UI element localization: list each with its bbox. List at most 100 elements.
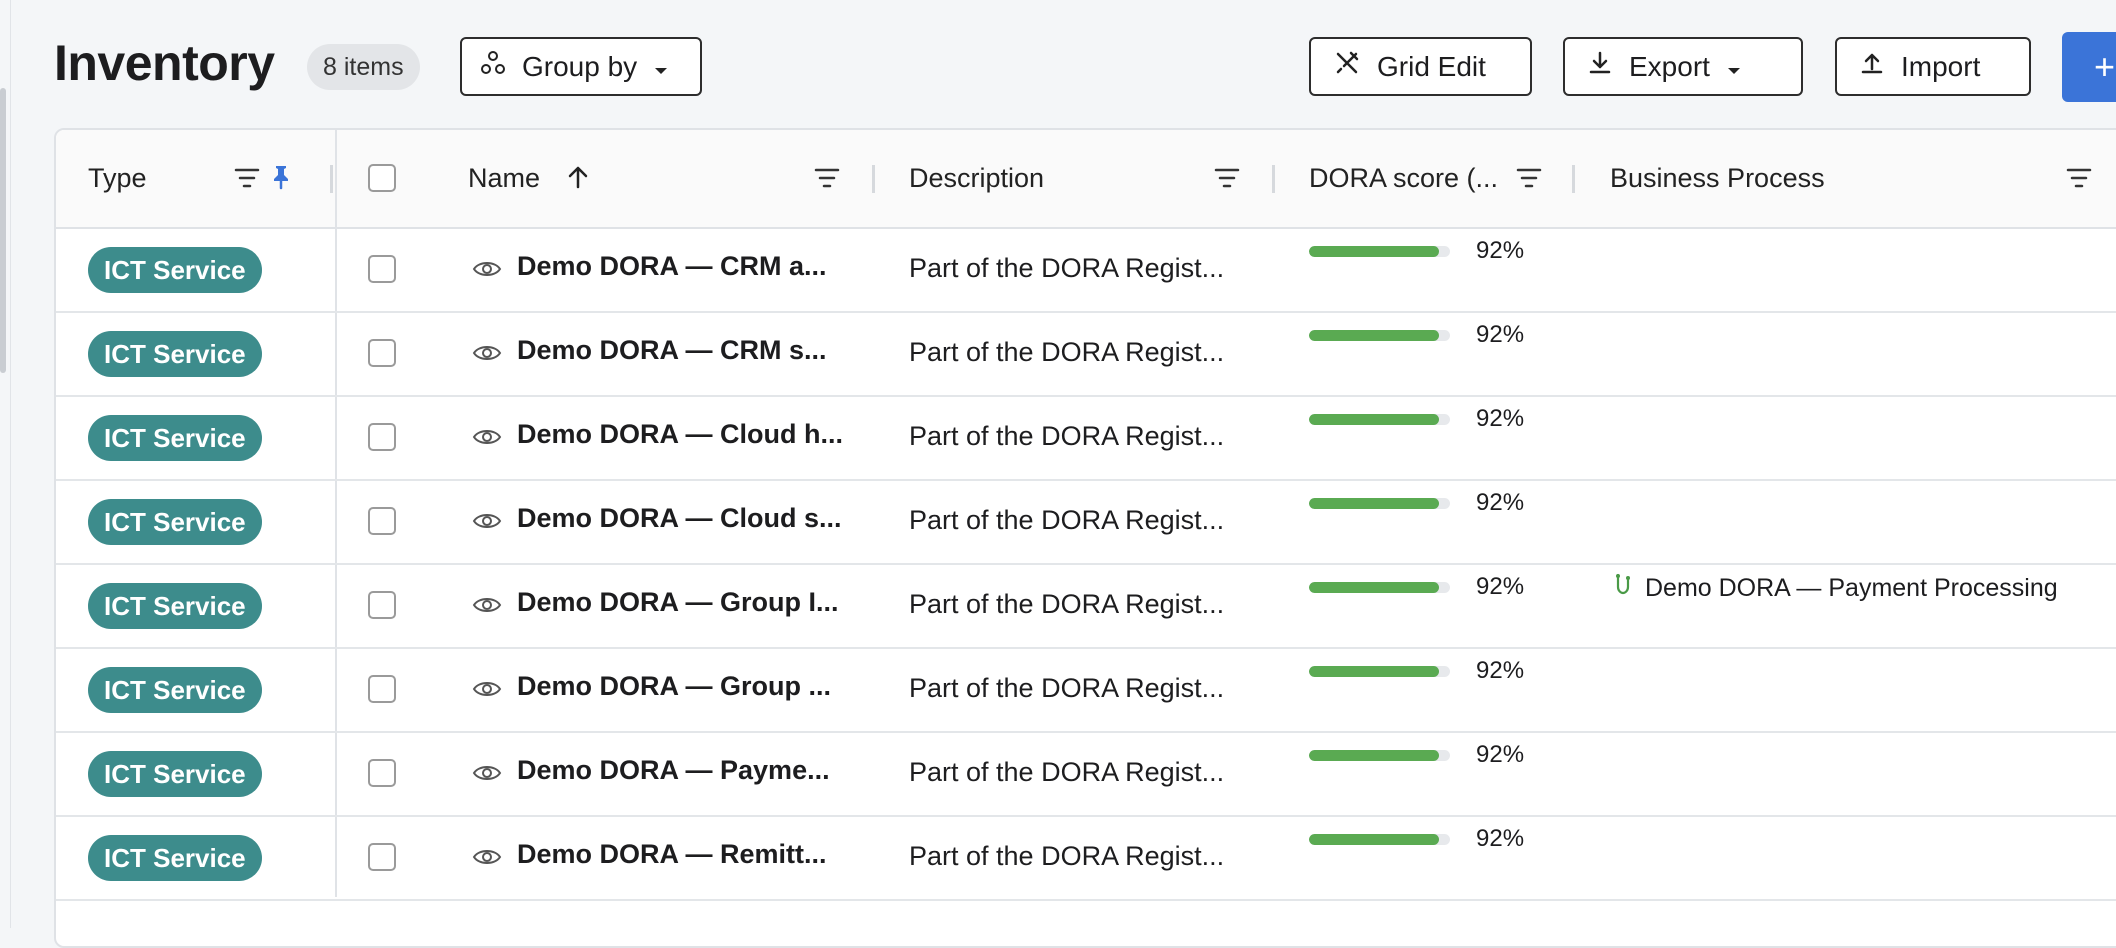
group-by-label: Group by <box>522 50 638 82</box>
row-select-checkbox[interactable] <box>368 423 396 451</box>
group-by-button[interactable]: Group by <box>460 37 702 96</box>
import-button[interactable]: Import <box>1835 37 2031 96</box>
row-description: Part of the DORA Regist... <box>909 421 1225 451</box>
filter-icon[interactable] <box>234 167 260 194</box>
row-select-checkbox[interactable] <box>368 255 396 283</box>
row-name[interactable]: Demo DORA — Remitt... <box>517 839 827 870</box>
type-badge: ICT Service <box>88 667 262 713</box>
pin-icon[interactable] <box>272 164 290 195</box>
row-name[interactable]: Demo DORA — CRM s... <box>517 335 827 366</box>
column-header-description[interactable]: Description <box>909 130 1044 227</box>
dora-score-value: 92% <box>1476 237 1525 264</box>
column-label-name: Name <box>468 163 541 193</box>
dora-score-bar-fill <box>1309 666 1439 677</box>
row-name[interactable]: Demo DORA — Group ... <box>517 671 831 702</box>
row-select-checkbox[interactable] <box>368 507 396 535</box>
column-header-business-process[interactable]: Business Process <box>1610 130 1825 227</box>
dora-score-bar <box>1309 498 1450 509</box>
column-label-type: Type <box>88 163 147 193</box>
row-select-checkbox[interactable] <box>368 591 396 619</box>
item-count-badge: 8 items <box>307 44 420 90</box>
table-header: Type Name Description DORA score (... Bu… <box>56 130 2116 229</box>
table-row[interactable]: ICT Service Demo DORA — Cloud s... Part of… <box>56 481 2116 565</box>
type-badge: ICT Service <box>88 331 262 377</box>
dora-score-bar <box>1309 666 1450 677</box>
page-title: Inventory <box>54 35 275 91</box>
table-row[interactable]: ICT Service Demo DORA — CRM s... Part of t… <box>56 313 2116 397</box>
table-row[interactable]: ICT Service Demo DORA — Remitt... Part of … <box>56 817 2116 901</box>
column-resize-handle[interactable] <box>872 165 875 193</box>
table-row[interactable]: ICT Service Demo DORA — Payme... Part of t… <box>56 733 2116 817</box>
dora-score-value: 92% <box>1476 321 1525 348</box>
filter-icon[interactable] <box>814 167 840 194</box>
dora-score-value: 92% <box>1476 489 1525 516</box>
row-name[interactable]: Demo DORA — CRM a... <box>517 251 827 282</box>
eye-icon[interactable] <box>472 426 502 453</box>
column-label-dora-score: DORA score (... <box>1309 163 1499 193</box>
select-all-checkbox[interactable] <box>368 164 396 192</box>
page-scrollbar[interactable] <box>0 88 6 373</box>
dora-score-bar-fill <box>1309 582 1439 593</box>
eye-icon[interactable] <box>472 258 502 285</box>
eye-icon[interactable] <box>472 846 502 873</box>
dora-score-bar <box>1309 414 1450 425</box>
type-badge: ICT Service <box>88 499 262 545</box>
column-header-name[interactable]: Name <box>468 130 540 227</box>
row-select-checkbox[interactable] <box>368 339 396 367</box>
column-resize-handle[interactable] <box>330 165 333 193</box>
download-icon <box>1587 50 1613 83</box>
eye-icon[interactable] <box>472 342 502 369</box>
row-select-checkbox[interactable] <box>368 759 396 787</box>
dora-score-bar-fill <box>1309 330 1439 341</box>
column-label-business-process: Business Process <box>1610 163 1825 193</box>
filter-icon[interactable] <box>1214 167 1240 194</box>
row-description: Part of the DORA Regist... <box>909 589 1225 619</box>
row-name[interactable]: Demo DORA — Cloud h... <box>517 419 843 450</box>
dora-score-bar-fill <box>1309 834 1439 845</box>
type-badge: ICT Service <box>88 583 262 629</box>
eye-icon[interactable] <box>472 762 502 789</box>
filter-icon[interactable] <box>2066 167 2092 194</box>
row-description: Part of the DORA Regist... <box>909 841 1225 871</box>
row-select-checkbox[interactable] <box>368 843 396 871</box>
table-row[interactable]: ICT Service Demo DORA — CRM a... Part of t… <box>56 229 2116 313</box>
dora-score-value: 92% <box>1476 405 1525 432</box>
inventory-table: Type Name Description DORA score (... Bu… <box>54 128 2116 948</box>
filter-icon[interactable] <box>1516 167 1542 194</box>
row-select-checkbox[interactable] <box>368 675 396 703</box>
row-description: Part of the DORA Regist... <box>909 505 1225 535</box>
business-process-label: Demo DORA — Payment Processing <box>1645 574 2058 602</box>
import-label: Import <box>1901 50 1981 82</box>
column-resize-handle[interactable] <box>1272 165 1275 193</box>
dora-score-bar <box>1309 330 1450 341</box>
business-process-link[interactable]: Demo DORA — Payment Processing <box>1613 573 2058 604</box>
column-resize-handle[interactable] <box>1572 165 1575 193</box>
upload-icon <box>1859 50 1885 83</box>
column-header-dora-score[interactable]: DORA score (... <box>1309 130 1498 227</box>
type-badge: ICT Service <box>88 751 262 797</box>
eye-icon[interactable] <box>472 510 502 537</box>
table-row[interactable]: ICT Service Demo DORA — Group I... Part of… <box>56 565 2116 649</box>
row-name[interactable]: Demo DORA — Payme... <box>517 755 830 786</box>
add-item-button[interactable]: + <box>2062 32 2116 102</box>
dora-score-value: 92% <box>1476 741 1525 768</box>
chevron-down-icon <box>653 51 669 83</box>
arrow-up-icon[interactable] <box>566 164 590 195</box>
eye-icon[interactable] <box>472 594 502 621</box>
column-header-type[interactable]: Type <box>88 130 147 227</box>
process-icon <box>1613 573 1633 604</box>
row-description: Part of the DORA Regist... <box>909 757 1225 787</box>
sidebar-edge <box>10 0 11 928</box>
grid-edit-button[interactable]: Grid Edit <box>1309 37 1532 96</box>
table-row[interactable]: ICT Service Demo DORA — Cloud h... Part of… <box>56 397 2116 481</box>
row-name[interactable]: Demo DORA — Cloud s... <box>517 503 842 534</box>
dora-score-bar-fill <box>1309 246 1439 257</box>
dora-score-bar-fill <box>1309 498 1439 509</box>
chevron-down-icon <box>1726 51 1742 83</box>
dora-score-bar <box>1309 834 1450 845</box>
export-button[interactable]: Export <box>1563 37 1803 96</box>
table-row[interactable]: ICT Service Demo DORA — Group ... Part of … <box>56 649 2116 733</box>
eye-icon[interactable] <box>472 678 502 705</box>
row-name[interactable]: Demo DORA — Group I... <box>517 587 839 618</box>
dora-score-value: 92% <box>1476 825 1525 852</box>
